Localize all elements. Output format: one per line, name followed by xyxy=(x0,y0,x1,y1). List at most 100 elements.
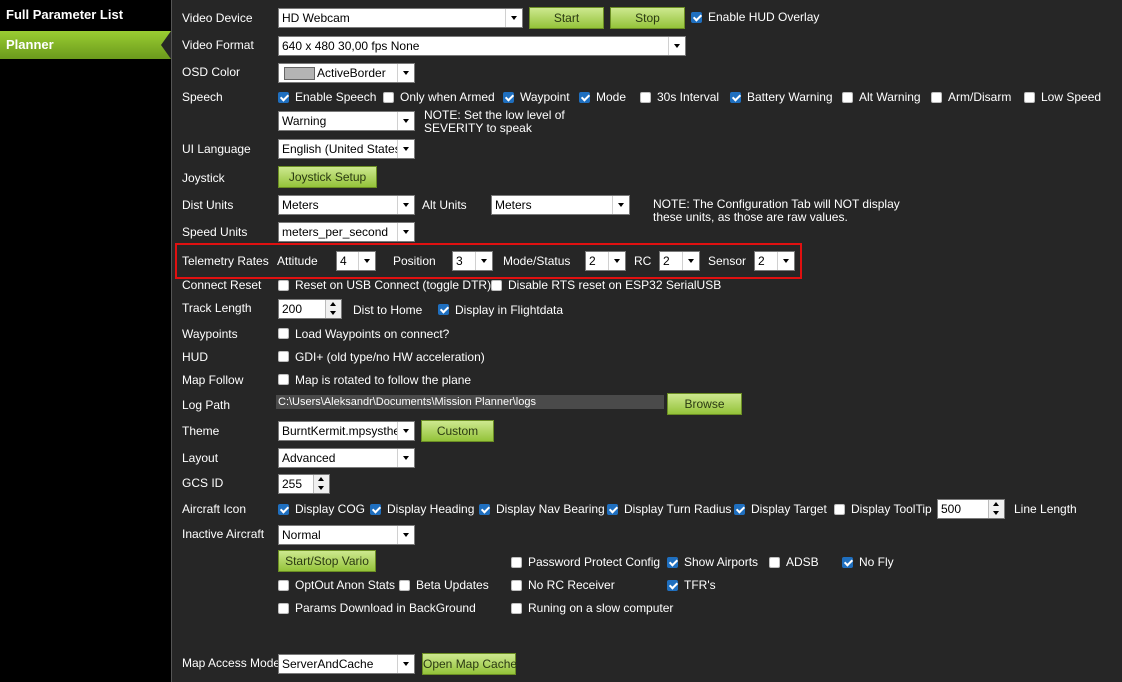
track-length-label: Track Length xyxy=(182,301,252,315)
display-turn-radius-checkbox[interactable] xyxy=(607,504,618,515)
start-stop-vario-button[interactable]: Start/Stop Vario xyxy=(278,550,376,572)
disable-rts-checkbox[interactable] xyxy=(491,280,502,291)
load-waypoints-checkbox[interactable] xyxy=(278,328,289,339)
reset-usb-checkbox[interactable] xyxy=(278,280,289,291)
load-waypoints-label: Load Waypoints on connect? xyxy=(295,327,450,341)
telemetry-rates-label: Telemetry Rates xyxy=(182,254,269,268)
mode-status-label: Mode/Status xyxy=(503,254,571,268)
spinner-arrows-icon[interactable] xyxy=(325,300,341,318)
units-note-line2: these units, as those are raw values. xyxy=(653,210,848,224)
chevron-down-icon xyxy=(397,526,414,544)
mode-checkbox[interactable] xyxy=(579,92,590,103)
severity-note-line2: SEVERITY to speak xyxy=(424,121,532,135)
track-length-value: 200 xyxy=(282,302,303,316)
gdi-checkbox[interactable] xyxy=(278,351,289,362)
attitude-rate-select[interactable]: 4 xyxy=(336,251,376,271)
display-tooltip-checkbox[interactable] xyxy=(834,504,845,515)
chevron-down-icon xyxy=(612,196,629,214)
stop-button[interactable]: Stop xyxy=(610,7,685,29)
joystick-setup-button[interactable]: Joystick Setup xyxy=(278,166,377,188)
mode-status-rate-value: 2 xyxy=(589,254,596,268)
ui-language-select[interactable]: English (United States) xyxy=(278,139,415,159)
map-access-mode-select[interactable]: ServerAndCache xyxy=(278,654,415,674)
attitude-label: Attitude xyxy=(277,254,318,268)
display-heading-checkbox[interactable] xyxy=(370,504,381,515)
arm-disarm-label: Arm/Disarm xyxy=(948,90,1012,104)
video-device-select[interactable]: HD Webcam xyxy=(278,8,523,28)
arm-disarm-checkbox[interactable] xyxy=(931,92,942,103)
sidebar-item-full-parameter-list[interactable]: Full Parameter List xyxy=(0,1,171,29)
layout-value: Advanced xyxy=(282,451,336,465)
theme-select[interactable]: BurntKermit.mpsystheme xyxy=(278,421,415,441)
sidebar-item-planner[interactable]: Planner xyxy=(0,31,171,59)
only-when-armed-checkbox[interactable] xyxy=(383,92,394,103)
adsb-checkbox[interactable] xyxy=(769,557,780,568)
line-length-label: Line Length xyxy=(1014,502,1077,516)
line-length-value: 500 xyxy=(941,502,962,516)
inactive-aircraft-select[interactable]: Normal xyxy=(278,525,415,545)
spinner-arrows-icon[interactable] xyxy=(988,500,1004,518)
mode-status-rate-select[interactable]: 2 xyxy=(585,251,626,271)
low-speed-label: Low Speed xyxy=(1041,90,1102,104)
custom-theme-button[interactable]: Custom xyxy=(421,420,494,442)
dist-units-label: Dist Units xyxy=(182,198,234,212)
waypoint-label: Waypoint xyxy=(520,90,570,104)
display-target-label: Display Target xyxy=(751,502,827,516)
gcs-id-input[interactable]: 255 xyxy=(278,474,330,494)
map-access-mode-label: Map Access Mode xyxy=(182,656,281,670)
spinner-arrows-icon[interactable] xyxy=(313,475,329,493)
chevron-down-icon xyxy=(475,252,492,270)
speed-units-value: meters_per_second xyxy=(282,225,389,239)
params-download-checkbox[interactable] xyxy=(278,603,289,614)
display-in-flightdata-checkbox[interactable] xyxy=(438,304,449,315)
display-cog-checkbox[interactable] xyxy=(278,504,289,515)
speed-units-select[interactable]: meters_per_second xyxy=(278,222,415,242)
osd-color-select[interactable]: ActiveBorder xyxy=(278,63,415,83)
slow-computer-checkbox[interactable] xyxy=(511,603,522,614)
start-button[interactable]: Start xyxy=(529,7,604,29)
line-length-input[interactable]: 500 xyxy=(937,499,1005,519)
speech-label: Speech xyxy=(182,90,223,104)
display-nav-bearing-checkbox[interactable] xyxy=(479,504,490,515)
password-protect-checkbox[interactable] xyxy=(511,557,522,568)
severity-select[interactable]: Warning xyxy=(278,111,415,131)
color-swatch xyxy=(284,67,315,80)
video-format-select[interactable]: 640 x 480 30,00 fps None xyxy=(278,36,686,56)
30s-interval-checkbox[interactable] xyxy=(640,92,651,103)
track-length-input[interactable]: 200 xyxy=(278,299,342,319)
enable-speech-checkbox[interactable] xyxy=(278,92,289,103)
chevron-down-icon xyxy=(397,449,414,467)
slow-computer-label: Runing on a slow computer xyxy=(528,601,674,615)
sensor-rate-select[interactable]: 2 xyxy=(754,251,795,271)
display-target-checkbox[interactable] xyxy=(734,504,745,515)
chevron-down-icon xyxy=(608,252,625,270)
no-fly-checkbox[interactable] xyxy=(842,557,853,568)
battery-warning-label: Battery Warning xyxy=(747,90,833,104)
browse-button[interactable]: Browse xyxy=(667,393,742,415)
no-rc-receiver-checkbox[interactable] xyxy=(511,580,522,591)
password-protect-label: Password Protect Config xyxy=(528,555,661,569)
layout-select[interactable]: Advanced xyxy=(278,448,415,468)
waypoint-checkbox[interactable] xyxy=(503,92,514,103)
dist-units-value: Meters xyxy=(282,198,319,212)
only-when-armed-label: Only when Armed xyxy=(400,90,495,104)
alt-units-select[interactable]: Meters xyxy=(491,195,630,215)
log-path-label: Log Path xyxy=(182,398,231,412)
map-rotate-checkbox[interactable] xyxy=(278,374,289,385)
hud-overlay-checkbox[interactable] xyxy=(691,12,702,23)
display-cog-label: Display COG xyxy=(295,502,366,516)
show-airports-checkbox[interactable] xyxy=(667,557,678,568)
dist-units-select[interactable]: Meters xyxy=(278,195,415,215)
open-map-cache-button[interactable]: Open Map Cache xyxy=(422,653,517,675)
alt-warning-checkbox[interactable] xyxy=(842,92,853,103)
tfrs-checkbox[interactable] xyxy=(667,580,678,591)
optout-anon-stats-checkbox[interactable] xyxy=(278,580,289,591)
rc-rate-select[interactable]: 2 xyxy=(659,251,700,271)
beta-updates-checkbox[interactable] xyxy=(399,580,410,591)
position-rate-select[interactable]: 3 xyxy=(452,251,493,271)
mode-label: Mode xyxy=(596,90,627,104)
battery-warning-checkbox[interactable] xyxy=(730,92,741,103)
layout-label: Layout xyxy=(182,451,219,465)
low-speed-checkbox[interactable] xyxy=(1024,92,1035,103)
log-path-field[interactable]: C:\Users\Aleksandr\Documents\Mission Pla… xyxy=(276,395,664,409)
